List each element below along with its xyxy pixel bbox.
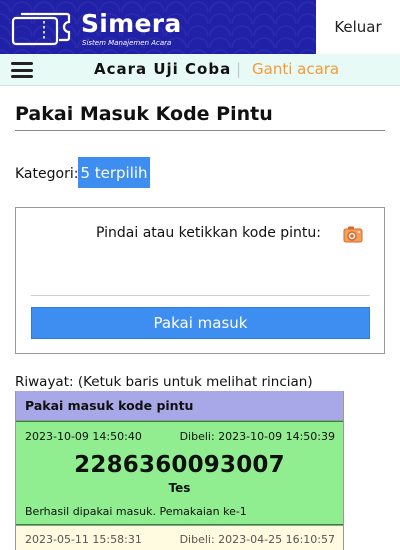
entry-bought-time: Dibeli: 2023-04-25 16:10:57 — [179, 533, 335, 546]
history-row[interactable]: 2023-05-11 15:58:31 Dibeli: 2023-04-25 1… — [16, 525, 343, 550]
history-label: Riwayat: (Ketuk baris untuk melihat rinc… — [15, 374, 313, 390]
brand-tagline: Sistem Manajemen Acara — [82, 39, 172, 47]
entry-status: Berhasil dipakai masuk. Pemakaian ke-1 — [25, 505, 247, 518]
door-code-input[interactable] — [31, 262, 370, 296]
title-divider — [15, 130, 385, 131]
page-title: Pakai Masuk Kode Pintu — [15, 103, 273, 125]
scan-prompt: Pindai atau ketikkan kode pintu: — [96, 225, 321, 241]
history-table: Pakai masuk kode pintu 2023-10-09 14:50:… — [15, 391, 344, 550]
hamburger-icon[interactable] — [11, 62, 33, 78]
change-event-link[interactable]: Ganti acara — [252, 60, 339, 78]
entry-name: Tes — [168, 481, 191, 495]
entry-used-time: 2023-10-09 14:50:40 — [25, 430, 142, 443]
category-select-button[interactable]: 5 terpilih — [78, 157, 150, 188]
history-header: Pakai masuk kode pintu — [16, 391, 343, 421]
separator: | — [236, 60, 242, 78]
logout-button[interactable]: Keluar — [316, 0, 400, 54]
scan-panel: Pindai atau ketikkan kode pintu: Pakai m… — [15, 207, 385, 354]
submit-entry-button[interactable]: Pakai masuk — [31, 307, 370, 339]
entry-used-time: 2023-05-11 15:58:31 — [25, 533, 142, 546]
entry-code: 2286360093007 — [74, 452, 285, 478]
event-name: Acara Uji Coba — [94, 60, 232, 78]
history-row[interactable]: 2023-10-09 14:50:40 Dibeli: 2023-10-09 1… — [16, 421, 343, 525]
entry-bought-time: Dibeli: 2023-10-09 14:50:39 — [179, 430, 335, 443]
camera-icon[interactable] — [343, 225, 363, 243]
ticket-icon — [11, 12, 71, 46]
brand-name: Simera — [81, 9, 182, 38]
brand-banner: Simera Sistem Manajemen Acara — [0, 0, 316, 54]
event-bar: Acara Uji Coba | Ganti acara — [0, 54, 400, 86]
category-label: Kategori: — [15, 166, 79, 182]
app-header: Simera Sistem Manajemen Acara Keluar — [0, 0, 400, 54]
